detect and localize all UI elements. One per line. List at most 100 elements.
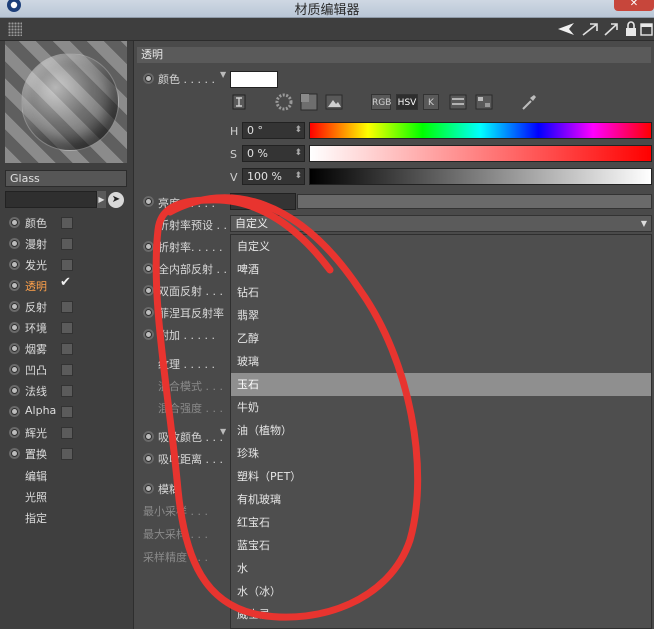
channel-row-bump[interactable]: 凹凸 — [0, 360, 133, 380]
image-icon[interactable] — [325, 93, 343, 111]
channel-row-glow[interactable]: 辉光 — [0, 423, 133, 443]
sidebar-item-assignment[interactable]: 指定 — [25, 510, 47, 526]
radio-icon[interactable] — [143, 453, 154, 464]
dropdown-option[interactable]: 红宝石 — [231, 511, 651, 534]
radio-icon[interactable] — [143, 73, 154, 84]
channel-row-environment[interactable]: 环境 — [0, 318, 133, 338]
radio-icon[interactable] — [9, 217, 20, 228]
radio-icon[interactable] — [143, 307, 154, 318]
arrow-left-icon[interactable] — [556, 21, 578, 37]
dropdown-option[interactable]: 玻璃 — [231, 350, 651, 373]
radio-icon[interactable] — [9, 448, 20, 459]
radio-icon[interactable] — [143, 431, 154, 442]
radio-icon[interactable] — [9, 364, 20, 375]
ior-preset-dropdown[interactable]: 自定义 啤酒 钻石 翡翠 乙醇 玻璃 玉石 牛奶 油（植物） 珍珠 塑料（PET… — [230, 234, 652, 629]
dropdown-option[interactable]: 有机玻璃 — [231, 488, 651, 511]
chevron-right-icon[interactable]: ▶ — [97, 191, 106, 208]
saturation-slider[interactable] — [309, 145, 652, 162]
sliders-icon[interactable] — [449, 93, 467, 111]
pointer-picker-icon[interactable]: ➤ — [108, 192, 124, 208]
channel-row-transparency[interactable]: 透明 ✔ — [0, 275, 133, 296]
arrow-up-right-icon[interactable] — [580, 21, 602, 37]
hue-slider[interactable] — [309, 122, 652, 139]
channel-checkbox[interactable] — [61, 259, 73, 271]
chevron-down-icon[interactable]: ▼ — [641, 216, 647, 231]
channel-row-normal[interactable]: 法线 — [0, 381, 133, 401]
rgb-mode-button[interactable]: RGB — [371, 94, 391, 110]
chevron-down-icon[interactable]: ▼ — [220, 427, 226, 436]
channel-checkbox[interactable] — [61, 238, 73, 250]
color-mixer-icon[interactable] — [475, 93, 493, 111]
new-window-icon[interactable] — [640, 21, 654, 37]
checkmark-icon[interactable]: ✔ — [60, 275, 71, 290]
hsv-mode-button[interactable]: HSV — [396, 94, 418, 110]
channel-row-reflection[interactable]: 反射 — [0, 297, 133, 317]
chevron-down-icon[interactable]: ▼ — [220, 70, 226, 79]
dropdown-option[interactable]: 威士忌 — [231, 603, 651, 626]
color-spectrum-icon[interactable] — [300, 93, 318, 111]
radio-icon[interactable] — [143, 263, 154, 274]
radio-icon[interactable] — [9, 259, 20, 270]
channel-row-diffusion[interactable]: 漫射 — [0, 234, 133, 254]
radio-icon[interactable] — [9, 406, 20, 417]
sidebar-item-illumination[interactable]: 光照 — [25, 489, 47, 505]
dropdown-option[interactable]: 塑料（PET） — [231, 465, 651, 488]
material-name-field[interactable]: Glass — [5, 170, 127, 187]
channel-checkbox[interactable] — [61, 406, 73, 418]
close-button[interactable]: ✕ — [614, 0, 654, 11]
lock-icon[interactable] — [624, 21, 638, 37]
channel-checkbox[interactable] — [61, 301, 73, 313]
channel-checkbox[interactable] — [61, 322, 73, 334]
sidebar-item-editor[interactable]: 编辑 — [25, 468, 47, 484]
channel-checkbox[interactable] — [61, 343, 73, 355]
radio-icon[interactable] — [143, 329, 154, 340]
dropdown-option[interactable]: 翡翠 — [231, 304, 651, 327]
radio-icon[interactable] — [143, 196, 154, 207]
radio-icon[interactable] — [9, 238, 20, 249]
dropdown-option[interactable]: 牛奶 — [231, 396, 651, 419]
channel-row-alpha[interactable]: Alpha — [0, 402, 133, 422]
value-slider[interactable] — [309, 168, 652, 185]
channel-row-color[interactable]: 颜色 — [0, 213, 133, 233]
radio-icon[interactable] — [9, 280, 20, 291]
dropdown-option[interactable]: 蓝宝石 — [231, 534, 651, 557]
dropdown-option[interactable]: 自定义 — [231, 235, 651, 258]
kelvin-mode-button[interactable]: K — [423, 94, 439, 110]
value-field[interactable]: 100 % — [242, 168, 305, 185]
hue-field[interactable]: 0 ° — [242, 122, 305, 139]
dropdown-option[interactable]: 油（植物） — [231, 419, 651, 442]
channel-checkbox[interactable] — [61, 364, 73, 376]
material-link-field[interactable] — [5, 191, 97, 208]
radio-icon[interactable] — [143, 483, 154, 494]
radio-icon[interactable] — [9, 301, 20, 312]
dropdown-option[interactable]: 水 — [231, 557, 651, 580]
dropdown-option[interactable]: 啤酒 — [231, 258, 651, 281]
dropdown-option[interactable]: 乙醇 — [231, 327, 651, 350]
material-preview[interactable] — [5, 41, 127, 163]
channel-checkbox[interactable] — [61, 385, 73, 397]
radio-icon[interactable] — [143, 241, 154, 252]
channel-row-fog[interactable]: 烟雾 — [0, 339, 133, 359]
dropdown-option-highlighted[interactable]: 玉石 — [231, 373, 651, 396]
radio-icon[interactable] — [9, 427, 20, 438]
channel-checkbox[interactable] — [61, 448, 73, 460]
radio-icon[interactable] — [143, 285, 154, 296]
brightness-slider[interactable] — [297, 194, 652, 209]
radio-icon[interactable] — [9, 343, 20, 354]
dropdown-option[interactable]: 珍珠 — [231, 442, 651, 465]
arrow-up-right-icon[interactable] — [602, 21, 622, 37]
radio-icon[interactable] — [9, 322, 20, 333]
grip-handle-icon[interactable] — [8, 22, 22, 36]
eyedropper-icon[interactable] — [520, 93, 538, 111]
texture-picker-icon[interactable] — [230, 93, 248, 111]
channel-checkbox[interactable] — [61, 217, 73, 229]
ior-preset-select[interactable]: 自定义 ▼ — [230, 215, 652, 232]
color-swatch[interactable] — [230, 71, 278, 88]
color-wheel-icon[interactable] — [275, 93, 293, 111]
saturation-field[interactable]: 0 % — [242, 145, 305, 162]
channel-row-luminance[interactable]: 发光 — [0, 255, 133, 275]
channel-checkbox[interactable] — [61, 427, 73, 439]
radio-icon[interactable] — [9, 385, 20, 396]
dropdown-option[interactable]: 钻石 — [231, 281, 651, 304]
brightness-field[interactable] — [230, 193, 296, 210]
